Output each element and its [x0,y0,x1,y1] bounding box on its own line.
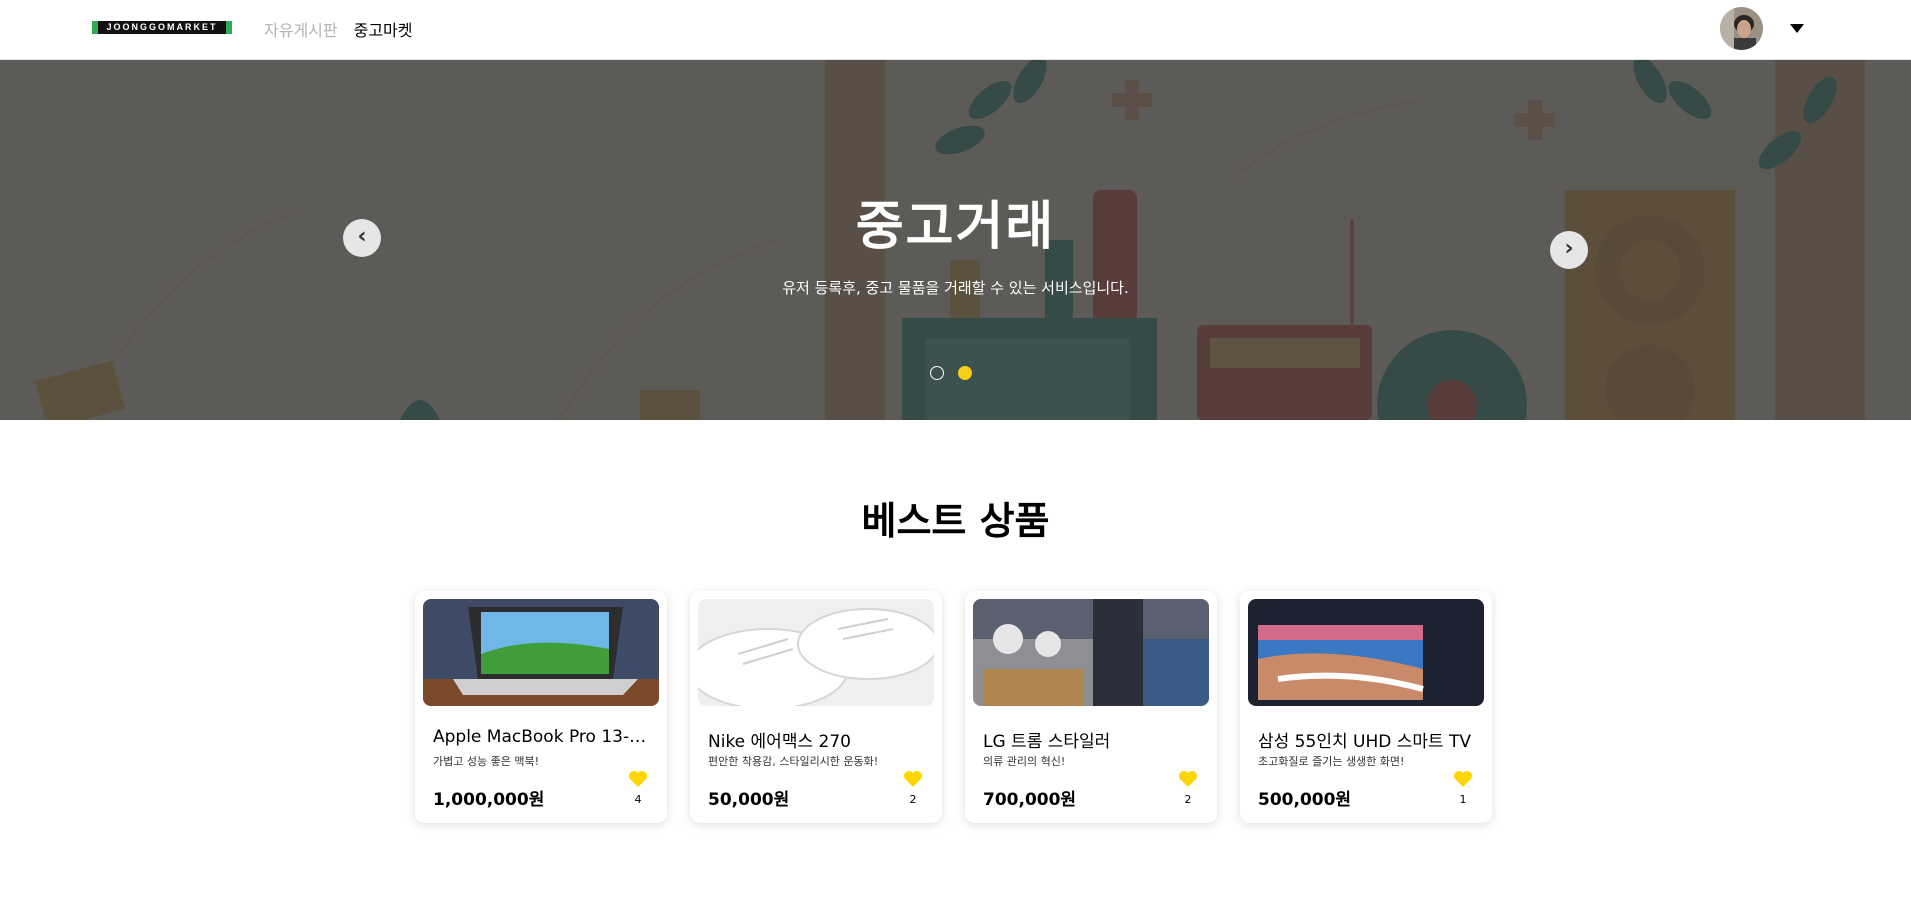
avatar[interactable] [1720,7,1763,50]
like-count: 4 [634,793,642,806]
banner-title: 중고거래 [855,197,1056,257]
heart-icon[interactable] [903,769,923,789]
product-description: 의류 관리의 혁신! [983,755,1066,768]
product-description: 초고화질로 즐기는 생생한 화면! [1258,755,1405,768]
chevron-left-icon[interactable]: ‹ [343,219,381,257]
product-image [973,599,1209,706]
product-price: 1,000,000원 [433,790,545,810]
banner-subtitle: 유저 등록후, 중고 물품을 거래할 수 있는 서비스입니다. [782,279,1129,297]
product-card[interactable]: Apple MacBook Pro 13-inch 가볍고 성능 좋은 맥북! … [415,591,667,823]
like-count: 2 [909,793,917,806]
carousel-dot-2[interactable] [958,366,972,380]
product-description: 편안한 착용감, 스타일리시한 운동화! [708,755,879,768]
heart-icon[interactable] [628,769,648,789]
product-name: Apple MacBook Pro 13-inch [433,727,648,747]
section-title: 베스트 상품 [861,499,1050,543]
caret-down-icon[interactable] [1790,24,1804,33]
product-price: 700,000원 [983,790,1077,810]
product-image [1248,599,1484,706]
top-header: JOONGGOMARKET 자유게시판 중고마켓 [0,0,1911,60]
product-image [423,599,659,706]
product-description: 가볍고 성능 좋은 맥북! [433,755,539,768]
hero-carousel: 중고거래 유저 등록후, 중고 물품을 거래할 수 있는 서비스입니다. ‹ › [0,60,1911,420]
product-image [698,599,934,706]
product-price: 50,000원 [708,790,790,810]
product-card[interactable]: 삼성 55인치 UHD 스마트 TV 초고화질로 즐기는 생생한 화면! 500… [1240,591,1492,823]
like-count: 1 [1459,793,1467,806]
product-name: LG 트롬 스타일러 [983,732,1111,752]
main-nav: 자유게시판 중고마켓 [264,17,413,41]
product-name: Nike 에어맥스 270 [708,732,851,752]
carousel-dots [930,366,972,380]
logo[interactable]: JOONGGOMARKET [92,21,232,34]
product-name: 삼성 55인치 UHD 스마트 TV [1258,732,1472,752]
like-count: 2 [1184,793,1192,806]
product-price: 500,000원 [1258,790,1352,810]
nav-used-market[interactable]: 중고마켓 [354,17,413,41]
heart-icon[interactable] [1178,769,1198,789]
heart-icon[interactable] [1453,769,1473,789]
best-products-list: Apple MacBook Pro 13-inch 가볍고 성능 좋은 맥북! … [415,591,1492,823]
product-card[interactable]: Nike 에어맥스 270 편안한 착용감, 스타일리시한 운동화! 50,00… [690,591,942,823]
product-card[interactable]: LG 트롬 스타일러 의류 관리의 혁신! 700,000원 2 [965,591,1217,823]
chevron-right-icon[interactable]: › [1550,231,1588,269]
carousel-dot-1[interactable] [930,366,944,380]
nav-free-board[interactable]: 자유게시판 [264,17,338,41]
